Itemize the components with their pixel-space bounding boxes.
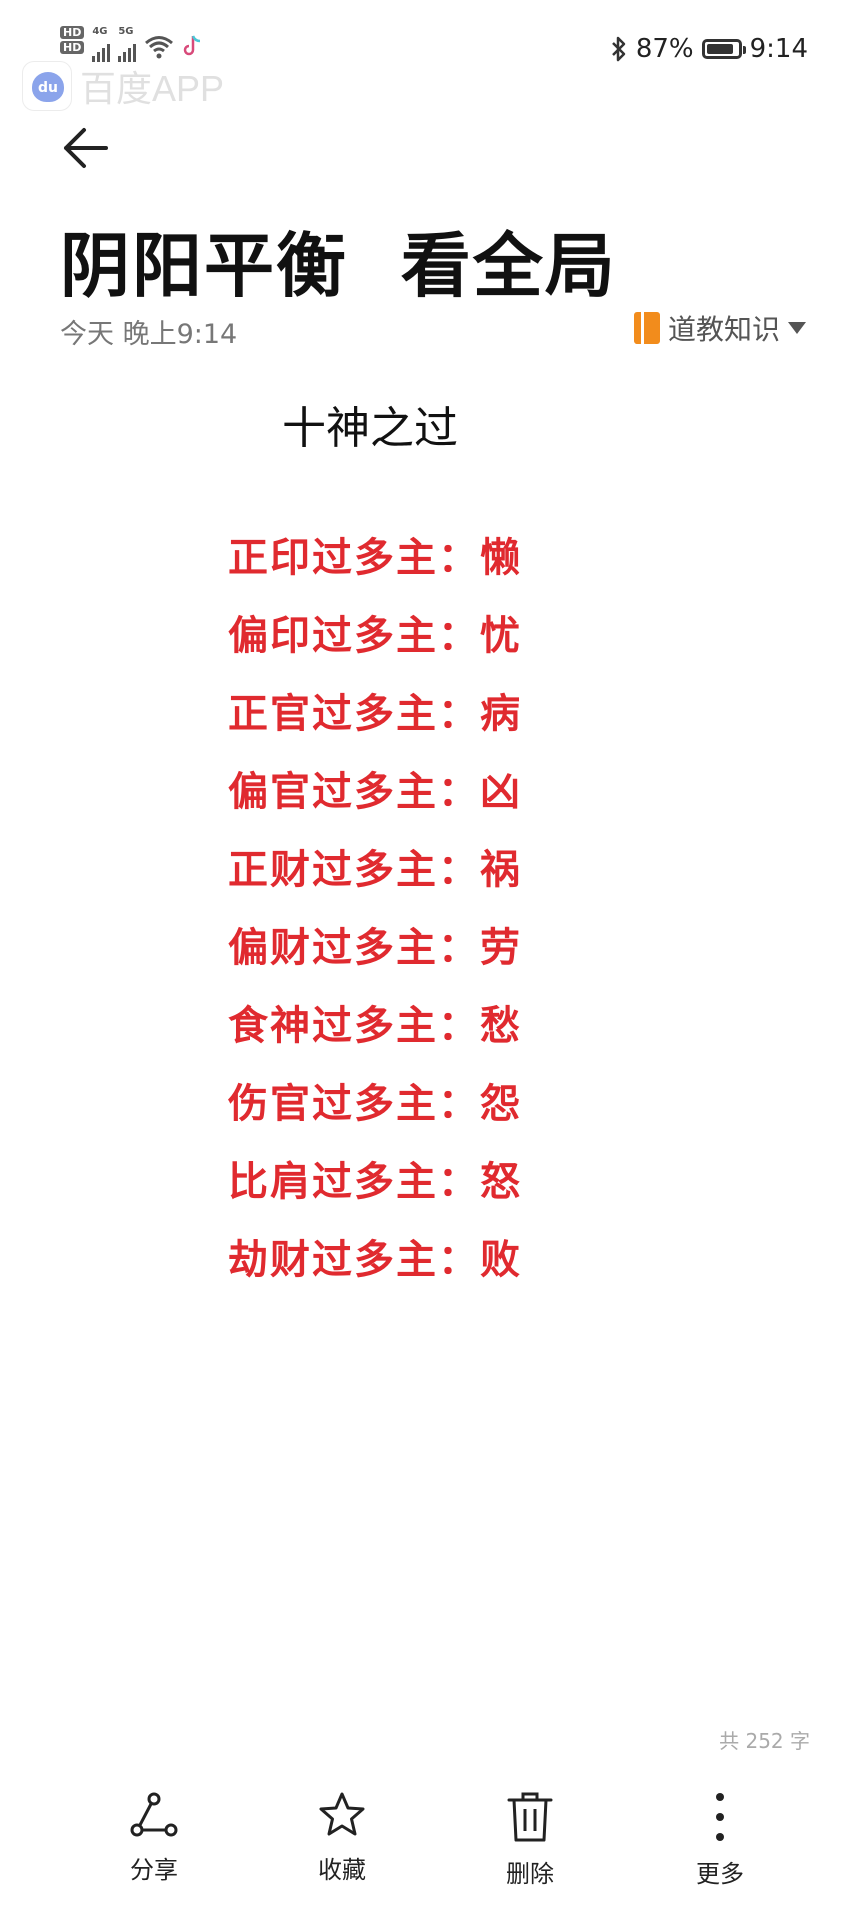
- baidu-app-label: 百度APP: [80, 68, 225, 109]
- ten-gods-list: 正印过多主：懒 偏印过多主：忧 正官过多主：病 偏官过多主：凶 正财过多主：祸 …: [228, 528, 522, 1308]
- note-timestamp: 今天 晚上9:14: [60, 319, 238, 350]
- share-button[interactable]: 分享: [94, 1790, 214, 1885]
- baidu-logo-icon: du: [22, 61, 72, 111]
- list-item[interactable]: 偏印过多主：忧: [228, 606, 522, 684]
- list-item[interactable]: 食神过多主：愁: [228, 996, 522, 1074]
- status-right: 87% 9:14: [610, 34, 808, 64]
- back-button[interactable]: [56, 118, 116, 178]
- hd-badge: HD: [60, 41, 85, 54]
- category-selector[interactable]: 道教知识: [633, 308, 806, 348]
- star-icon: [319, 1792, 365, 1836]
- favorite-button[interactable]: 收藏: [282, 1790, 402, 1885]
- category-label: 道教知识: [667, 313, 780, 346]
- baidu-logo-text: du: [32, 72, 64, 102]
- battery-icon: [701, 39, 746, 59]
- list-item[interactable]: 比肩过多主：怒: [228, 1152, 522, 1230]
- word-count: 共 252 字: [719, 1729, 810, 1753]
- tiktok-icon: [184, 35, 201, 56]
- list-item[interactable]: 伤官过多主：怨: [228, 1074, 522, 1152]
- signal-4g: 4G: [92, 26, 111, 62]
- more-button[interactable]: 更多: [660, 1790, 780, 1889]
- clock: 9:14: [749, 34, 808, 64]
- trash-icon: [507, 1792, 553, 1842]
- chevron-down-icon: [788, 322, 806, 334]
- delete-label: 删除: [506, 1860, 554, 1888]
- bottom-toolbar: 分享 收藏 删除 更多: [0, 1770, 868, 1920]
- baidu-app-overlay[interactable]: du 百度APP: [22, 60, 224, 112]
- signal-5g: 5G: [118, 26, 137, 62]
- page-title[interactable]: 阴阳平衡 看全局: [60, 210, 617, 311]
- section-heading[interactable]: 十神之过: [0, 392, 740, 456]
- list-item[interactable]: 正官过多主：病: [228, 684, 522, 762]
- list-item[interactable]: 偏官过多主：凶: [228, 762, 522, 840]
- more-vertical-icon: [716, 1793, 724, 1841]
- network-type-label: 5G: [118, 26, 134, 37]
- back-arrow-icon: [64, 128, 108, 168]
- share-label: 分享: [130, 1856, 178, 1884]
- favorite-label: 收藏: [318, 1856, 366, 1884]
- folder-icon: [633, 312, 660, 344]
- wifi-icon: [145, 36, 174, 59]
- list-item[interactable]: 劫财过多主：败: [228, 1230, 522, 1308]
- network-type-label: 4G: [92, 26, 108, 37]
- list-item[interactable]: 正财过多主：祸: [228, 840, 522, 918]
- battery-fill: [706, 44, 733, 54]
- bluetooth-icon: [611, 36, 626, 62]
- share-icon: [130, 1792, 178, 1837]
- more-label: 更多: [696, 1860, 744, 1888]
- signal-bars-icon: [92, 40, 111, 62]
- signal-group-1: HD HD: [60, 26, 85, 54]
- delete-button[interactable]: 删除: [470, 1790, 590, 1889]
- hd-badge: HD: [60, 26, 85, 39]
- list-item[interactable]: 偏财过多主：劳: [228, 918, 522, 996]
- battery-percent: 87%: [635, 34, 694, 64]
- signal-bars-icon: [118, 40, 137, 62]
- list-item[interactable]: 正印过多主：懒: [228, 528, 522, 606]
- status-left: HD HD 4G 5G: [60, 26, 202, 62]
